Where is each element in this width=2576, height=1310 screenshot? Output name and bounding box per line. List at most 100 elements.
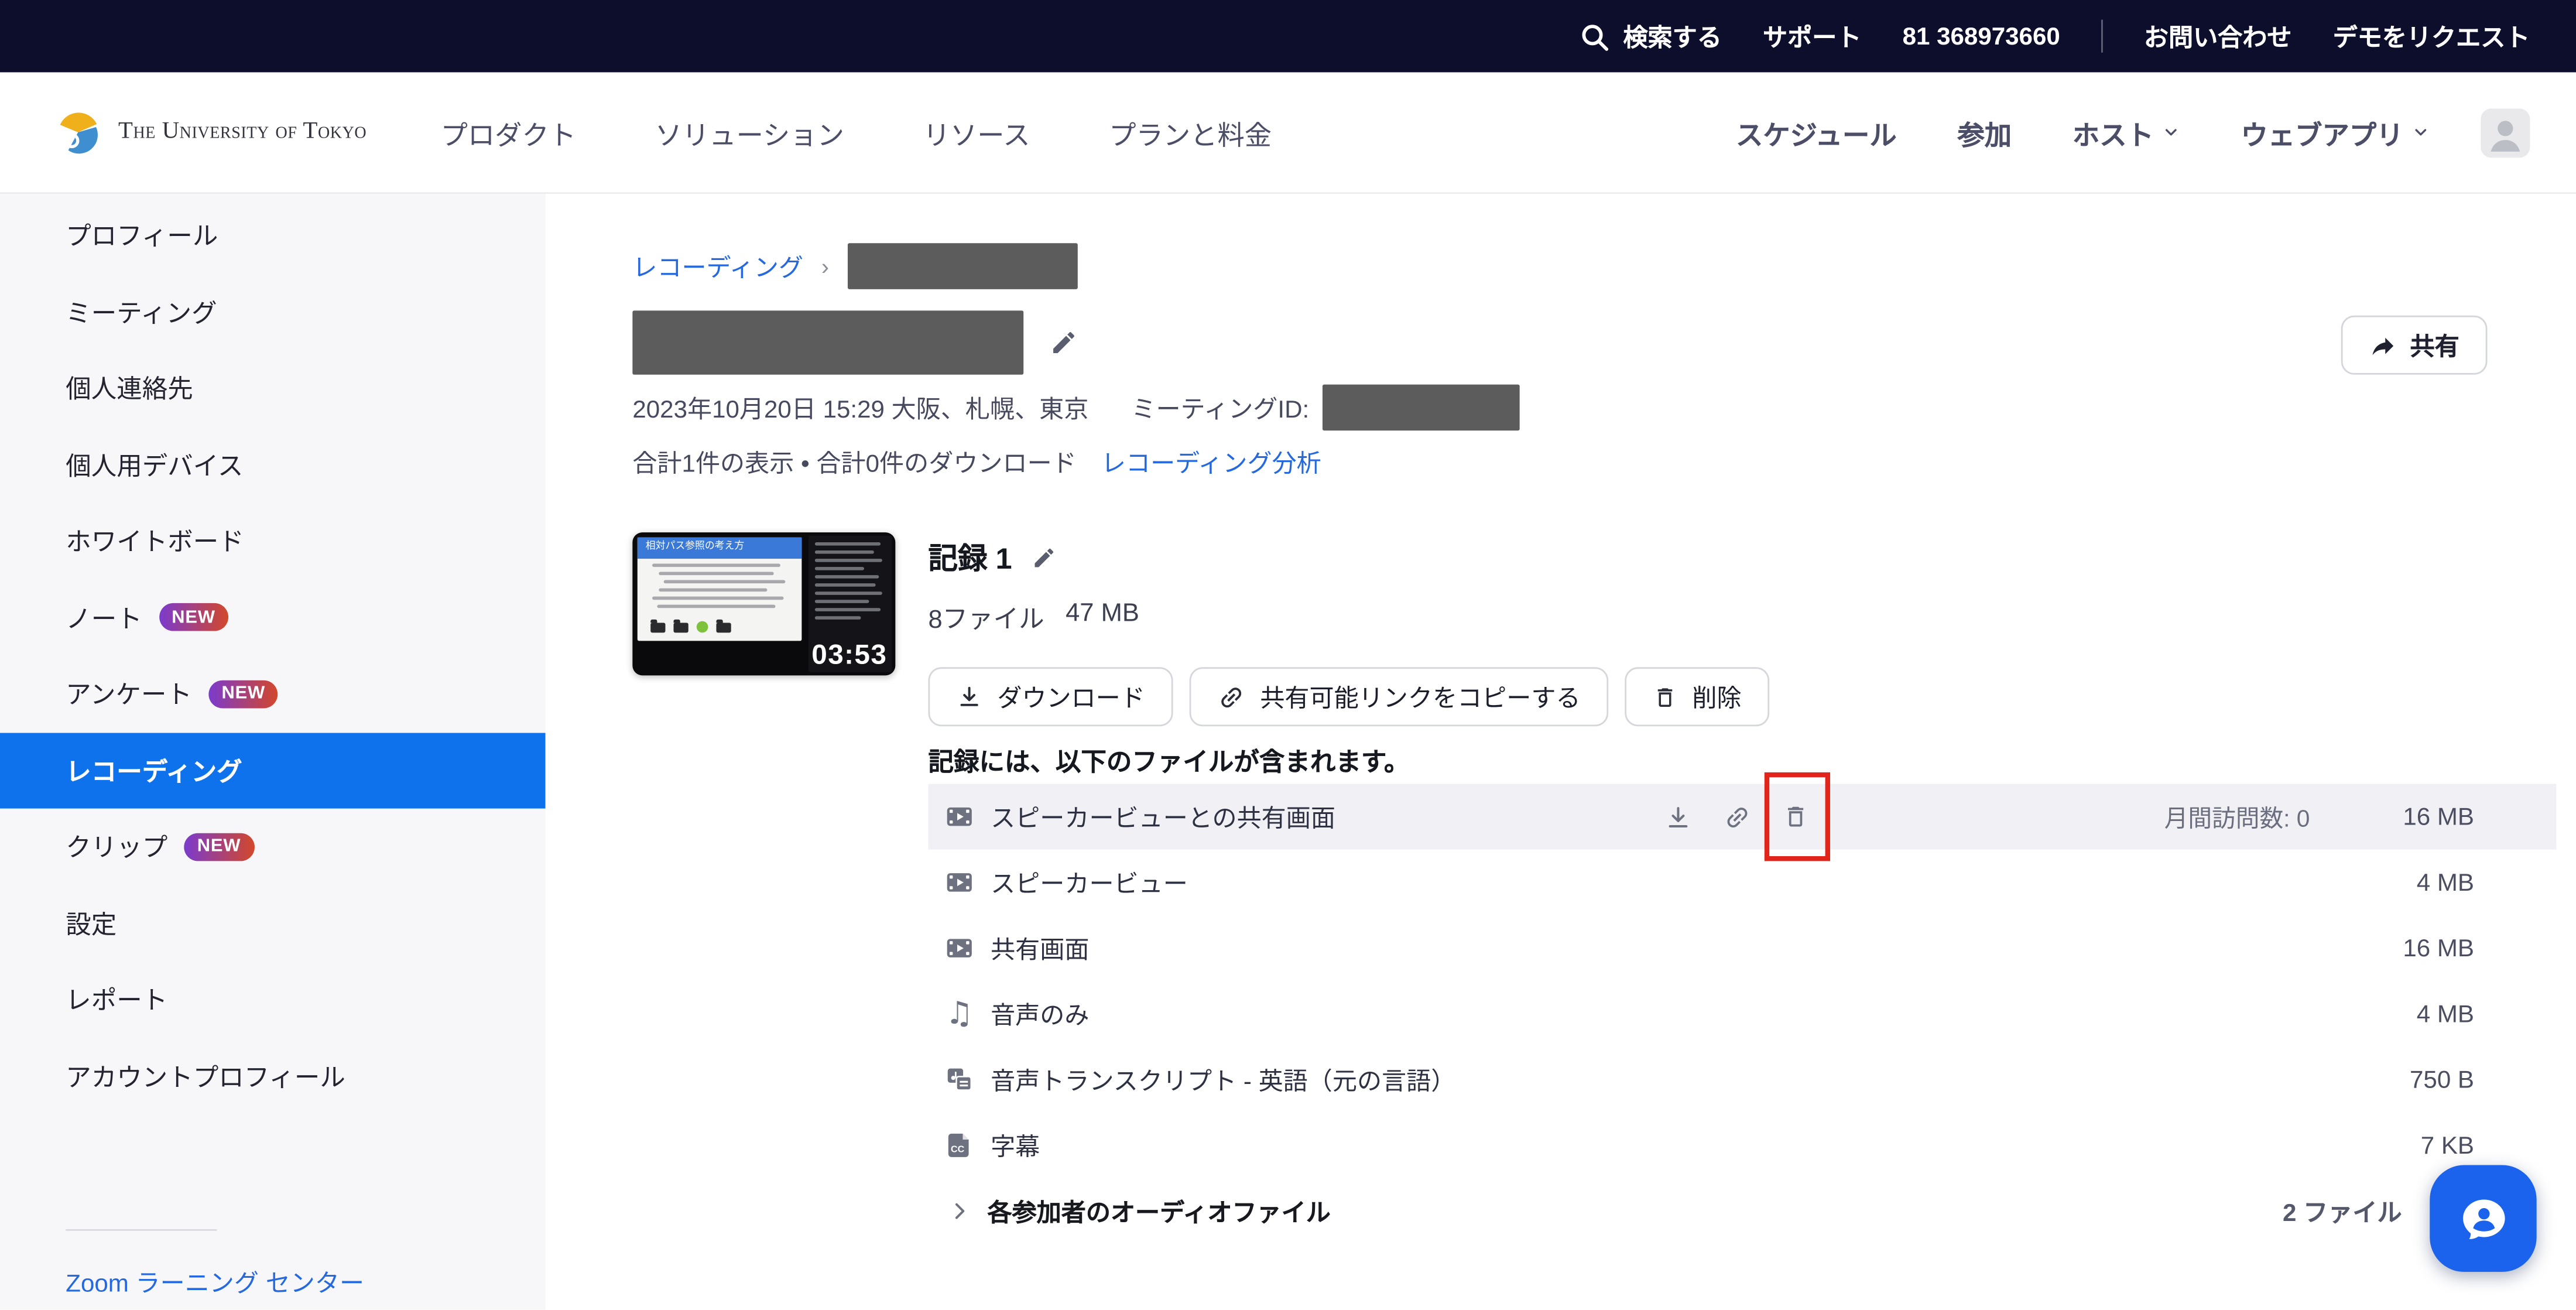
main-navbar: The University of Tokyo プロダクト ソリューション リソ… [0,72,2576,194]
new-badge: NEW [184,833,254,861]
file-row-speaker-view[interactable]: スピーカービュー 4 MB [928,850,2556,915]
thumbnail-slide-title: 相対パス参照の考え方 [638,538,802,559]
page: 検索する サポート 81 368973660 お問い合わせ デモをリクエスト T… [0,0,2576,1309]
edit-title-icon[interactable] [1050,329,1078,357]
support-chat-button[interactable] [2430,1165,2536,1272]
recording-thumbnail[interactable]: 相対パス参照の考え方 [632,532,895,675]
support-link[interactable]: サポート [1763,19,1861,53]
file-row-shared-screen[interactable]: 共有画面 16 MB [928,915,2556,981]
sidebar-item-surveys[interactable]: アンケートNEW [0,656,546,732]
breadcrumb-separator: › [821,253,829,279]
sidebar-item-whiteboard[interactable]: ホワイトボード [0,503,546,579]
download-icon [956,683,982,710]
nav-item-resources[interactable]: リソース [923,112,1030,152]
learning-center-link[interactable]: Zoom ラーニング センター [66,1265,364,1300]
link-icon[interactable] [1724,803,1752,831]
download-icon[interactable] [1664,803,1693,831]
edit-record-title-icon[interactable] [1032,545,1056,569]
sidebar-item-devices[interactable]: 個人用デバイス [0,426,546,502]
breadcrumb-recordings-link[interactable]: レコーディング [632,249,803,283]
meeting-datetime: 2023年10月20日 15:29 大阪、札幌、東京 [632,390,1088,425]
file-label[interactable]: 共有画面 [991,931,1089,966]
sidebar-item-notes[interactable]: ノートNEW [0,579,546,655]
breadcrumb: レコーディング › [632,243,1077,289]
redacted-meeting-id [1323,385,1520,431]
sidebar-item-profile[interactable]: プロフィール [0,197,546,273]
file-label[interactable]: 音声トランスクリプト - 英語（元の言語） [991,1062,1455,1097]
phone-number[interactable]: 81 368973660 [1903,22,2060,50]
nav-item-webapp[interactable]: ウェブアプリ [2241,112,2430,152]
sidebar-divider [66,1229,217,1231]
sidebar-item-clips[interactable]: クリップNEW [0,809,546,885]
record-total-size: 47 MB [1066,600,1139,636]
file-row-captions[interactable]: CC 字幕 7 KB [928,1113,2556,1178]
duration-badge: 03:53 [811,639,887,672]
nav-item-schedule[interactable]: スケジュール [1736,112,1897,152]
file-label[interactable]: 字幕 [991,1128,1040,1162]
nav-item-products[interactable]: プロダクト [441,112,577,152]
file-label[interactable]: 各参加者のオーディオファイル [987,1194,1330,1229]
nav-right: スケジュール 参加 ホスト ウェブアプリ [1736,108,2530,157]
file-size: 16 MB [2359,934,2474,962]
delete-button-label: 削除 [1692,679,1741,714]
sidebar-item-contacts[interactable]: 個人連絡先 [0,350,546,426]
main-content: レコーディング › 2023年10月20日 15:29 大阪、札幌、東京 ミーテ… [546,194,2576,1309]
copy-link-button-label: 共有可能リンクをコピーする [1260,679,1580,714]
chevron-down-icon [2162,123,2180,141]
nav-item-host-label: ホスト [2073,112,2154,152]
trash-icon[interactable] [1783,803,1809,830]
file-row-participant-audio[interactable]: 各参加者のオーディオファイル 2 ファイル 7 [928,1178,2556,1244]
nav-item-solutions[interactable]: ソリューション [655,112,844,152]
share-button-label: 共有 [2410,328,2459,362]
copy-shareable-link-button[interactable]: 共有可能リンクをコピーする [1190,667,1609,726]
transcript-file-icon [945,1065,975,1094]
download-button[interactable]: ダウンロード [928,667,1173,726]
recording-analytics-link[interactable]: レコーディング分析 [1101,445,1321,480]
share-icon [2369,331,2397,359]
nav-item-host[interactable]: ホスト [2073,112,2180,152]
trash-icon [1653,685,1677,709]
file-row-actions [1664,784,1809,850]
sidebar-item-settings[interactable]: 設定 [0,885,546,961]
files-section: 記録には、以下のファイルが含まれます。 スピーカービューとの共有画面 [928,748,2556,1244]
file-label[interactable]: 音声のみ [991,997,1089,1031]
link-icon [1217,683,1245,711]
search-icon [1579,20,1610,52]
meeting-title-row [632,310,1077,374]
search-button[interactable]: 検索する [1579,19,1722,53]
logo-text: The University of Tokyo [118,118,366,146]
top-utility-bar: 検索する サポート 81 368973660 お問い合わせ デモをリクエスト [0,0,2576,72]
file-size: 4 MB [2359,868,2474,897]
video-file-icon [945,868,975,898]
share-button[interactable]: 共有 [2341,316,2488,375]
chevron-right-icon[interactable] [948,1199,971,1222]
nav-item-join[interactable]: 参加 [1957,112,2012,152]
delete-record-button[interactable]: 削除 [1625,667,1769,726]
file-label[interactable]: スピーカービューとの共有画面 [991,799,1335,834]
sidebar-item-meetings[interactable]: ミーティング [0,273,546,350]
nav-item-webapp-label: ウェブアプリ [2241,112,2404,152]
sidebar-item-account-profile[interactable]: アカウントプロフィール [0,1038,546,1114]
record-summary: 8ファイル 47 MB [928,600,1769,636]
file-row-shared-screen-speaker[interactable]: スピーカービューとの共有画面 [928,784,2556,850]
topbar-divider [2101,20,2103,53]
video-file-icon [945,933,975,963]
nav-item-plans[interactable]: プランと料金 [1109,112,1272,152]
nav-menu: プロダクト ソリューション リソース プランと料金 [441,112,1272,152]
sidebar: プロフィール ミーティング 個人連絡先 個人用デバイス ホワイトボード ノートN… [0,194,546,1309]
sidebar-item-reports[interactable]: レポート [0,962,546,1038]
redacted-meeting-title [632,310,1023,374]
record-actions: ダウンロード 共有可能リンクをコピーする 削除 [928,667,1769,726]
sidebar-item-recordings[interactable]: レコーディング [0,732,546,808]
file-row-audio-only[interactable]: ♫ 音声のみ 4 MB [928,981,2556,1046]
record-file-count: 8ファイル [928,600,1044,636]
university-logo[interactable]: The University of Tokyo [53,107,366,158]
thumbnail-diagram [650,621,731,633]
contact-link[interactable]: お問い合わせ [2144,19,2292,53]
file-label[interactable]: スピーカービュー [991,865,1188,899]
file-row-audio-transcript[interactable]: 音声トランスクリプト - 英語（元の言語） 750 B [928,1046,2556,1112]
caption-file-icon: CC [945,1131,975,1161]
avatar[interactable] [2481,108,2530,157]
request-demo-link[interactable]: デモをリクエスト [2333,19,2530,53]
meeting-meta-row: 2023年10月20日 15:29 大阪、札幌、東京 ミーティングID: [632,385,1519,431]
